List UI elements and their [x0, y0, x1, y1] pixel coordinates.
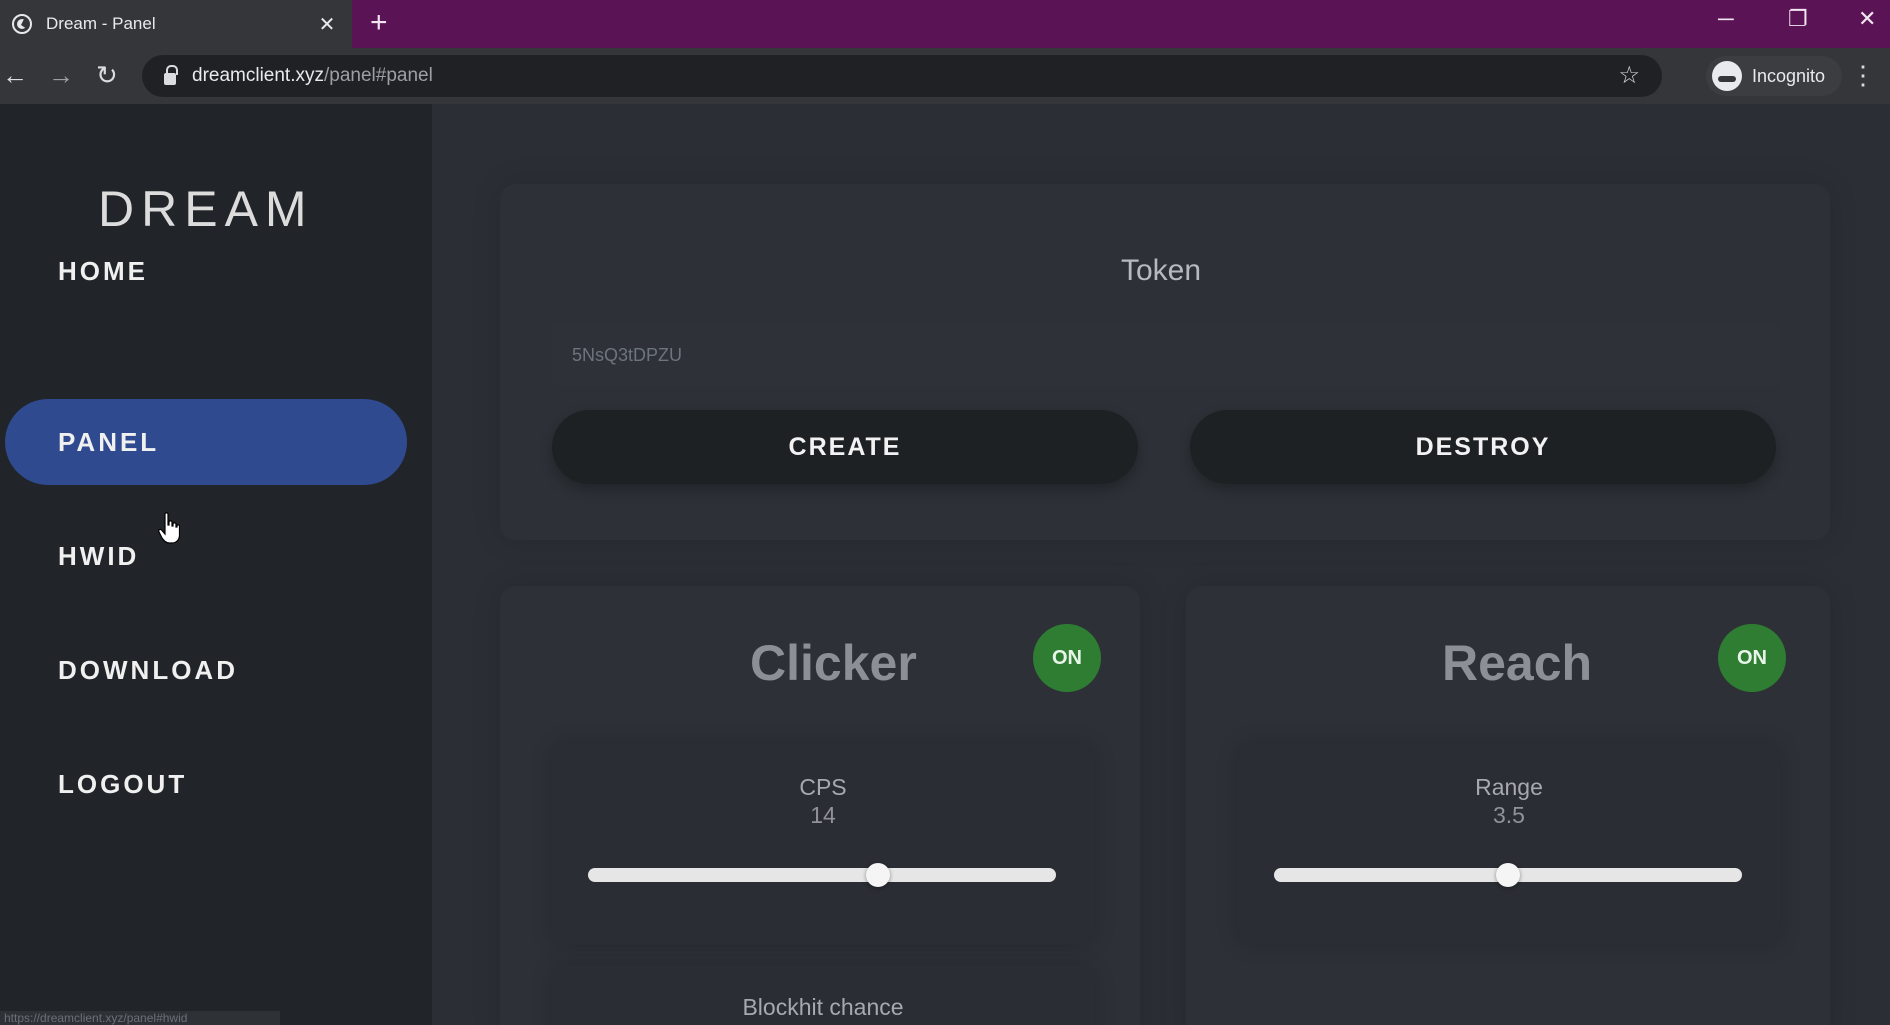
cps-label: CPS: [799, 774, 847, 800]
sidebar-item-download[interactable]: DOWNLOAD: [5, 627, 407, 713]
tab-title: Dream - Panel: [46, 14, 156, 33]
lock-icon: [164, 65, 178, 85]
browser-toolbar: ← → ↻ dreamclient.xyz/panel#panel ☆ Inco…: [0, 48, 1890, 104]
browser-tab[interactable]: Dream - Panel ✕: [0, 0, 352, 48]
blockhit-label: Blockhit chance: [742, 994, 904, 1020]
page-content: DREAM HOME PANEL HWID DOWNLOAD LOGOUT ht…: [0, 104, 1890, 1025]
create-button[interactable]: CREATE: [552, 410, 1138, 484]
browser-menu-icon[interactable]: ⋮: [1850, 60, 1876, 90]
range-slider-thumb[interactable]: [1496, 863, 1520, 887]
url-path: /panel#panel: [324, 65, 433, 86]
cps-slider-thumb[interactable]: [866, 863, 891, 887]
sidebar-item-home[interactable]: HOME: [5, 228, 407, 314]
restore-icon[interactable]: ❐: [1788, 6, 1808, 32]
url-host: dreamclient.xyz: [192, 65, 324, 86]
sidebar-item-panel[interactable]: PANEL: [5, 399, 407, 485]
sidebar-item-label: LOGOUT: [58, 768, 188, 799]
minimize-icon[interactable]: ─: [1718, 6, 1734, 32]
token-input[interactable]: [552, 324, 1780, 386]
incognito-label: Incognito: [1752, 65, 1826, 86]
cps-value: 14: [810, 802, 836, 828]
destroy-button[interactable]: DESTROY: [1190, 410, 1776, 484]
blockhit-card: Blockhit chance: [552, 966, 1094, 1025]
new-tab-icon[interactable]: +: [370, 6, 388, 40]
token-title: Token: [1120, 254, 1202, 287]
sidebar-item-label: HOME: [58, 255, 148, 286]
range-slider-card: Range 3.5: [1238, 744, 1780, 944]
sidebar: DREAM HOME PANEL HWID DOWNLOAD LOGOUT ht…: [0, 104, 432, 1025]
sidebar-item-label: DOWNLOAD: [58, 654, 238, 685]
reach-title: Reach: [1442, 635, 1593, 691]
range-label: Range: [1475, 774, 1543, 800]
incognito-icon: [1712, 61, 1742, 91]
browser-tab-bar: Dream - Panel ✕ + ─ ❐ ✕: [0, 0, 1890, 48]
cps-slider-track[interactable]: [588, 868, 1056, 882]
reload-icon[interactable]: ↻: [96, 58, 118, 92]
clicker-toggle[interactable]: ON: [1033, 624, 1101, 692]
forward-icon[interactable]: →: [48, 58, 74, 92]
status-url: https://dreamclient.xyz/panel#hwid: [0, 1011, 280, 1025]
close-tab-icon[interactable]: ✕: [312, 12, 342, 37]
incognito-badge[interactable]: Incognito: [1706, 56, 1842, 96]
bookmark-star-icon[interactable]: ☆: [1618, 61, 1640, 90]
sidebar-item-label: PANEL: [58, 426, 160, 457]
sidebar-item-logout[interactable]: LOGOUT: [5, 741, 407, 827]
globe-icon: [12, 14, 32, 34]
hand-cursor-icon: [158, 512, 180, 544]
sidebar-item-label: HWID: [58, 540, 140, 571]
range-value: 3.5: [1493, 802, 1525, 828]
back-icon[interactable]: ←: [2, 58, 28, 92]
address-bar[interactable]: dreamclient.xyz/panel#panel ☆: [142, 55, 1662, 97]
sidebar-item-hwid[interactable]: HWID: [5, 513, 407, 599]
clicker-title: Clicker: [750, 635, 917, 691]
close-window-icon[interactable]: ✕: [1858, 6, 1876, 32]
reach-toggle[interactable]: ON: [1718, 624, 1786, 692]
cps-slider-card: CPS 14: [552, 744, 1094, 944]
